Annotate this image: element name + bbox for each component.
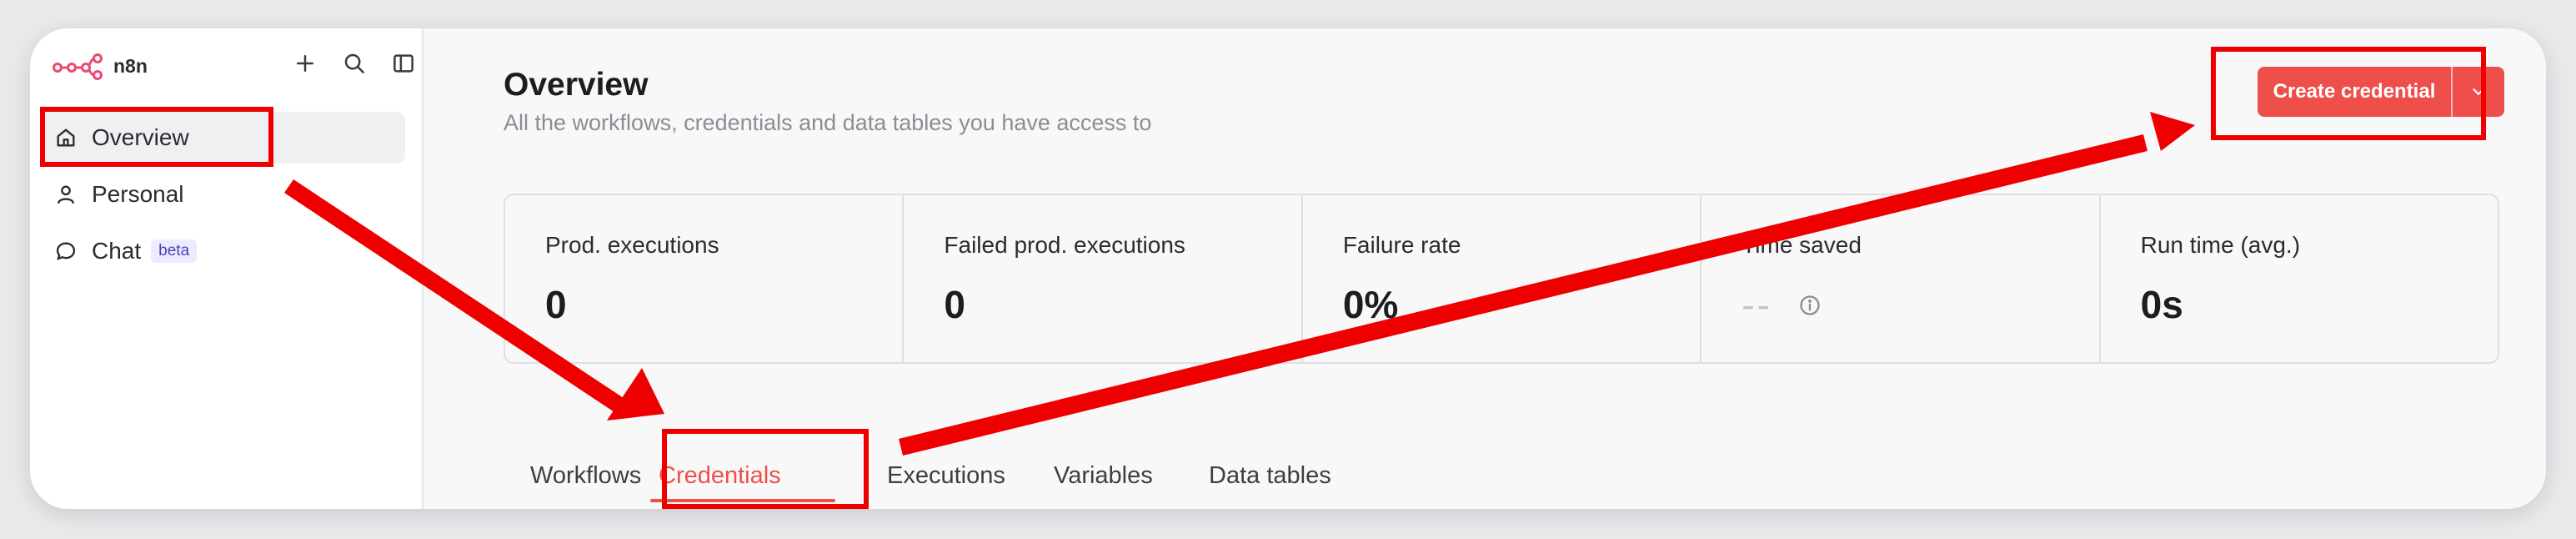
highlight-box-create-button [2211, 47, 2486, 140]
info-icon[interactable] [1798, 294, 1822, 317]
stat-value: 0 [545, 283, 567, 326]
page-title: Overview [504, 67, 649, 103]
sidebar-item-chat[interactable]: Chat beta [42, 225, 405, 277]
sidebar-toggle-icon[interactable] [387, 47, 420, 80]
tab-data-tables[interactable]: Data tables [1209, 462, 1331, 490]
sidebar-item-label: Chat [92, 238, 142, 264]
stat-time-saved[interactable]: Time saved -- [1701, 195, 2101, 362]
brand-name: n8n [113, 54, 148, 77]
search-icon[interactable] [338, 47, 371, 80]
stats-panel: Prod. executions 0 Failed prod. executio… [504, 194, 2499, 364]
highlight-box-overview [40, 107, 273, 167]
beta-badge: beta [151, 239, 198, 263]
app-window: n8n Overview Personal Chat beta Overview… [30, 28, 2546, 509]
tab-executions[interactable]: Executions [887, 462, 1005, 490]
sidebar-item-label: Personal [92, 181, 184, 207]
stat-value: 0% [1342, 283, 1399, 326]
stat-value: -- [1742, 283, 1772, 326]
n8n-logo-icon [53, 53, 103, 80]
stat-failure-rate[interactable]: Failure rate 0% [1303, 195, 1702, 362]
brand[interactable]: n8n [52, 48, 148, 83]
stat-label: Prod. executions [545, 232, 719, 258]
sidebar: n8n Overview Personal Chat beta [30, 28, 423, 509]
page-subtitle: All the workflows, credentials and data … [504, 110, 1152, 135]
user-icon [53, 182, 78, 207]
sidebar-item-personal[interactable]: Personal [42, 169, 405, 220]
stat-failed-prod-executions[interactable]: Failed prod. executions 0 [904, 195, 1303, 362]
tab-workflows[interactable]: Workflows [530, 462, 641, 490]
chat-bubble-icon [53, 239, 78, 264]
stat-run-time[interactable]: Run time (avg.) 0s [2101, 195, 2498, 362]
stat-label: Run time (avg.) [2140, 232, 2301, 258]
stat-label: Time saved [1742, 232, 1862, 258]
stat-value: 0 [944, 283, 965, 326]
stat-label: Failure rate [1342, 232, 1461, 258]
tab-variables[interactable]: Variables [1054, 462, 1153, 490]
stat-value: 0s [2140, 283, 2183, 326]
stat-label: Failed prod. executions [944, 232, 1185, 258]
highlight-box-credentials [662, 429, 869, 509]
plus-icon[interactable] [288, 47, 322, 80]
stat-prod-executions[interactable]: Prod. executions 0 [505, 195, 905, 362]
